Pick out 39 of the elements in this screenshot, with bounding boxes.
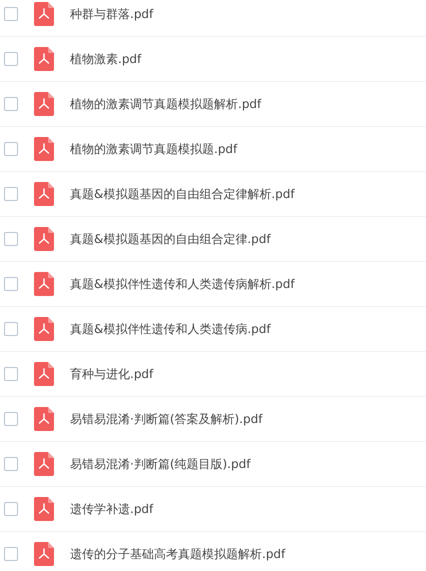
checkbox[interactable]: [4, 367, 18, 381]
checkbox[interactable]: [4, 52, 18, 66]
pdf-file-icon: [34, 92, 54, 116]
checkbox[interactable]: [4, 187, 18, 201]
file-name[interactable]: 易错易混淆·判断篇(纯题目版).pdf: [70, 456, 250, 472]
pdf-file-icon: [34, 137, 54, 161]
file-name[interactable]: 植物的激素调节真题模拟题.pdf: [70, 140, 238, 158]
checkbox[interactable]: [4, 457, 18, 471]
file-name[interactable]: 植物激素.pdf: [70, 50, 142, 68]
checkbox[interactable]: [4, 547, 18, 561]
pdf-file-icon: [34, 362, 54, 386]
pdf-file-icon: [34, 227, 54, 251]
pdf-file-icon: [34, 47, 54, 71]
file-name[interactable]: 真题&模拟题基因的自由组合定律.pdf: [70, 230, 271, 248]
pdf-file-icon: [34, 542, 54, 566]
file-name[interactable]: 遗传的分子基础高考真题模拟题解析.pdf: [70, 546, 286, 562]
pdf-file-icon: [34, 272, 54, 296]
checkbox[interactable]: [4, 7, 18, 21]
file-name[interactable]: 真题&模拟伴性遗传和人类遗传病.pdf: [70, 320, 271, 338]
file-name[interactable]: 育种与进化.pdf: [70, 366, 154, 382]
file-name[interactable]: 种群与群落.pdf: [70, 6, 154, 22]
file-name[interactable]: 真题&模拟题基因的自由组合定律解析.pdf: [70, 186, 295, 202]
checkbox[interactable]: [4, 97, 18, 111]
file-name[interactable]: 植物的激素调节真题模拟题解析.pdf: [70, 96, 262, 112]
checkbox[interactable]: [4, 142, 18, 156]
checkbox[interactable]: [4, 412, 18, 426]
pdf-file-icon: [34, 317, 54, 341]
checkbox[interactable]: [4, 502, 18, 516]
pdf-file-icon: [34, 182, 54, 206]
file-name[interactable]: 遗传学补遗.pdf: [70, 500, 154, 518]
file-name[interactable]: 真题&模拟伴性遗传和人类遗传病解析.pdf: [70, 276, 295, 292]
pdf-file-icon: [34, 407, 54, 431]
checkbox[interactable]: [4, 322, 18, 336]
pdf-file-icon: [34, 2, 54, 26]
file-name[interactable]: 易错易混淆·判断篇(答案及解析).pdf: [70, 410, 262, 428]
pdf-file-icon: [34, 452, 54, 476]
pdf-file-icon: [34, 497, 54, 521]
checkbox[interactable]: [4, 232, 18, 246]
checkbox[interactable]: [4, 277, 18, 291]
